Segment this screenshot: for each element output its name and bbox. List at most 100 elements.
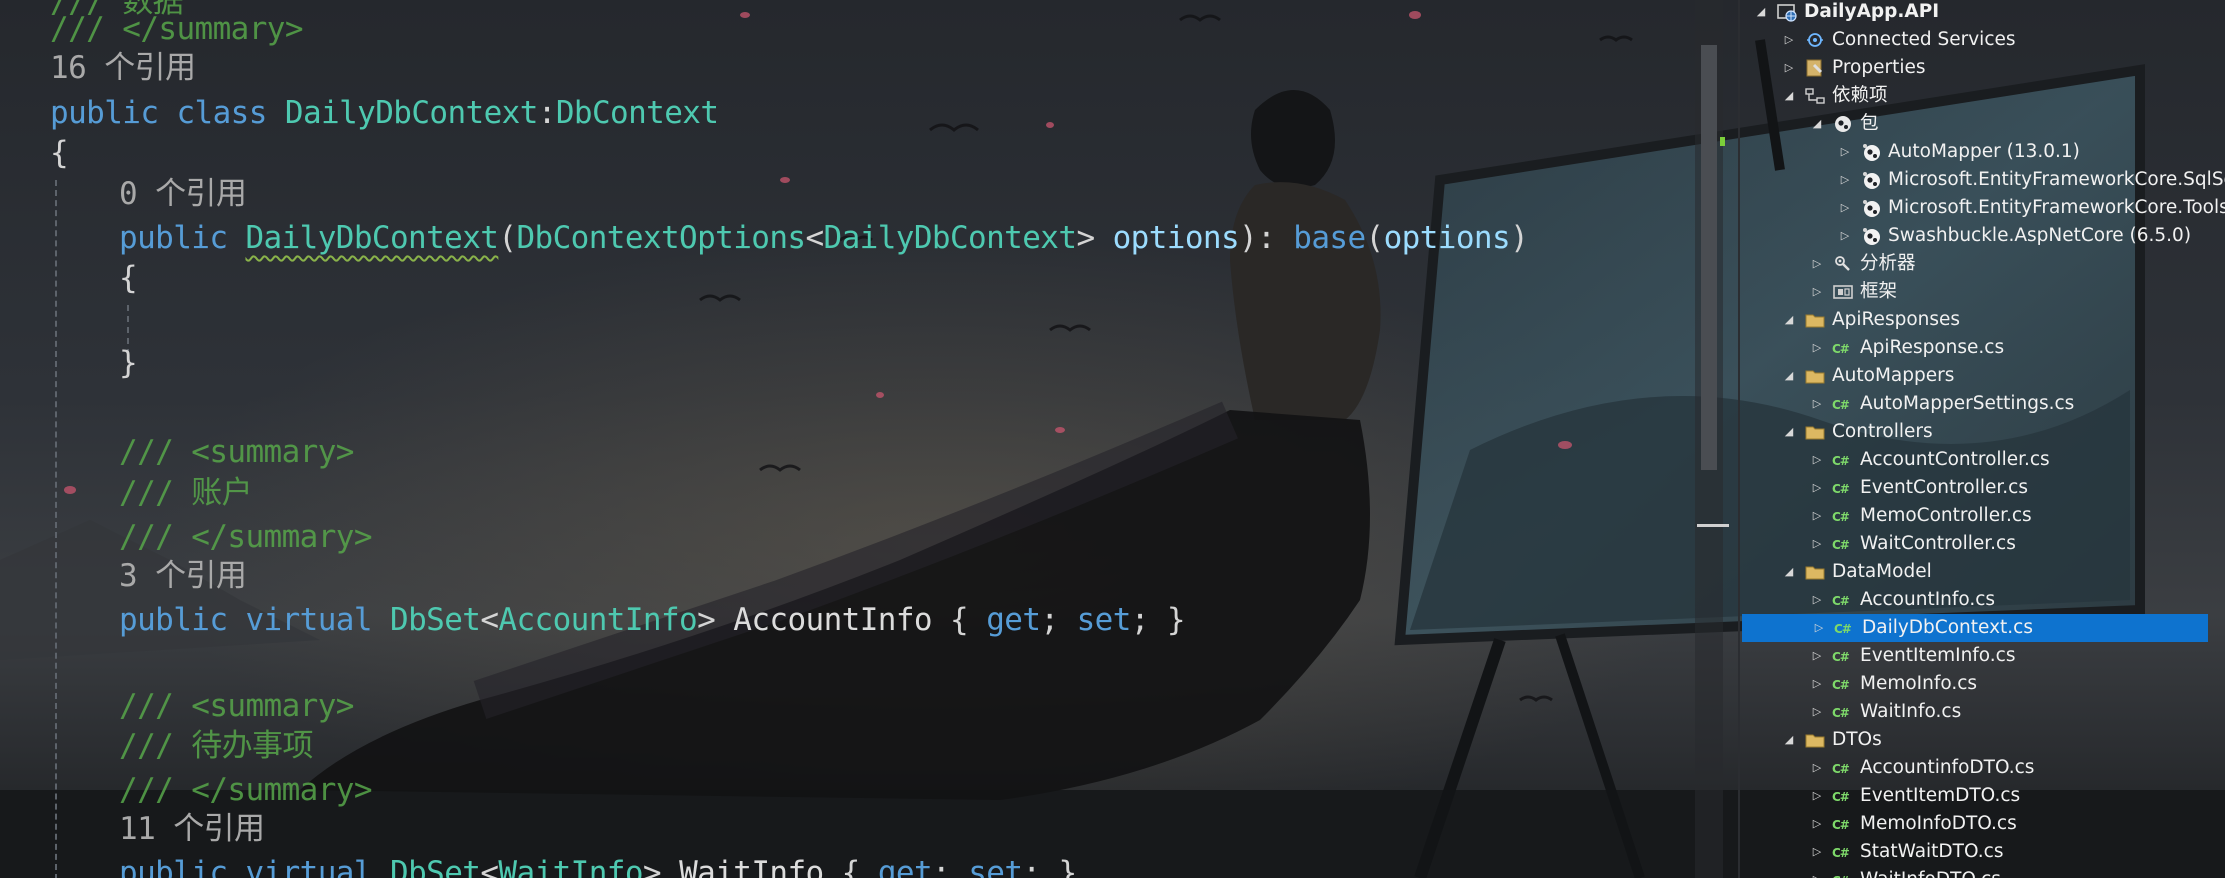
- scrollbar-thumb[interactable]: [1701, 45, 1717, 470]
- tree-item[interactable]: ▷ C# ApiResponse.cs: [1740, 334, 2225, 362]
- connected-services-icon: [1804, 29, 1826, 51]
- collapse-arrow-icon[interactable]: ◢: [1782, 82, 1796, 110]
- tree-item[interactable]: ▷ Swashbuckle.AspNetCore (6.5.0): [1740, 222, 2225, 250]
- code-token: options: [1383, 220, 1511, 256]
- tree-item[interactable]: ▷ C# EventController.cs: [1740, 474, 2225, 502]
- code-token: >: [1076, 220, 1095, 256]
- tree-item[interactable]: ▷ C# StatWaitDTO.cs: [1740, 838, 2225, 866]
- tree-item[interactable]: ◢ DataModel: [1740, 558, 2225, 586]
- tree-item[interactable]: ▷ C# WaitController.cs: [1740, 530, 2225, 558]
- folder-icon: [1804, 365, 1826, 387]
- tree-item[interactable]: ▷ C# MemoController.cs: [1740, 502, 2225, 530]
- tree-item[interactable]: ▷ C# AccountController.cs: [1740, 446, 2225, 474]
- tree-item[interactable]: ◢ Controllers: [1740, 418, 2225, 446]
- expand-arrow-icon[interactable]: ▷: [1838, 194, 1852, 222]
- code-token: WaitInfo: [498, 855, 643, 878]
- collapse-arrow-icon[interactable]: ◢: [1782, 418, 1796, 446]
- expand-arrow-icon[interactable]: ▷: [1810, 278, 1824, 306]
- codelens-references[interactable]: 0 个引用: [119, 174, 247, 214]
- tree-item[interactable]: ▷ Connected Services: [1740, 26, 2225, 54]
- folder-icon: [1804, 729, 1826, 751]
- tree-item[interactable]: ▷ C# EventItemInfo.cs: [1740, 642, 2225, 670]
- tree-item[interactable]: ◢ 包: [1740, 110, 2225, 138]
- tree-item[interactable]: ▷ C# DailyDbContext.cs: [1742, 614, 2208, 642]
- scrollbar-change-marker: [1720, 137, 1725, 146]
- expand-arrow-icon[interactable]: ▷: [1810, 698, 1824, 726]
- expand-arrow-icon[interactable]: ▷: [1810, 474, 1824, 502]
- collapse-arrow-icon[interactable]: ◢: [1810, 110, 1824, 138]
- collapse-arrow-icon[interactable]: ◢: [1782, 362, 1796, 390]
- tree-item[interactable]: ◢ ApiResponses: [1740, 306, 2225, 334]
- tree-item[interactable]: ▷ 分析器: [1740, 250, 2225, 278]
- tree-item-label: AccountController.cs: [1860, 449, 2050, 470]
- codelens-references[interactable]: 16 个引用: [50, 48, 196, 88]
- expand-arrow-icon[interactable]: ▷: [1838, 222, 1852, 250]
- code-token: public: [119, 220, 228, 256]
- tree-item[interactable]: ▷ AutoMapper (13.0.1): [1740, 138, 2225, 166]
- csharp-file-icon: C#: [1832, 869, 1854, 878]
- expand-arrow-icon[interactable]: ▷: [1810, 334, 1824, 362]
- tree-item-label: DailyDbContext.cs: [1862, 617, 2033, 638]
- folder-icon: [1804, 561, 1826, 583]
- tree-item[interactable]: ◢ DTOs: [1740, 726, 2225, 754]
- expand-arrow-icon[interactable]: ▷: [1810, 250, 1824, 278]
- tree-item-label: DataModel: [1832, 561, 1932, 582]
- code-token: (: [498, 220, 517, 256]
- tree-item-label: EventController.cs: [1860, 477, 2028, 498]
- expand-arrow-icon[interactable]: ▷: [1810, 390, 1824, 418]
- codelens-references[interactable]: 11 个引用: [119, 809, 265, 849]
- collapse-arrow-icon[interactable]: ◢: [1782, 306, 1796, 334]
- expand-arrow-icon[interactable]: ▷: [1810, 502, 1824, 530]
- code-line-constructor: public DailyDbContext(DbContextOptions<D…: [119, 218, 1529, 258]
- code-token: ;: [1130, 602, 1150, 638]
- expand-arrow-icon[interactable]: ▷: [1810, 838, 1824, 866]
- expand-arrow-icon[interactable]: ▷: [1810, 782, 1824, 810]
- expand-arrow-icon[interactable]: ▷: [1782, 54, 1796, 82]
- tree-item[interactable]: ▷ C# AutoMapperSettings.cs: [1740, 390, 2225, 418]
- expand-arrow-icon[interactable]: ▷: [1810, 642, 1824, 670]
- tree-item[interactable]: ▷ C# WaitInfo.cs: [1740, 698, 2225, 726]
- expand-arrow-icon[interactable]: ▷: [1782, 26, 1796, 54]
- tree-item[interactable]: ▷ C# MemoInfoDTO.cs: [1740, 810, 2225, 838]
- expand-arrow-icon[interactable]: ▷: [1810, 810, 1824, 838]
- expand-arrow-icon[interactable]: ▷: [1810, 530, 1824, 558]
- tree-item[interactable]: ▷ Microsoft.EntityFrameworkCore.Tools: [1740, 194, 2225, 222]
- expand-arrow-icon[interactable]: ▷: [1838, 166, 1852, 194]
- tree-item[interactable]: ◢ DailyApp.API: [1740, 0, 2225, 26]
- tree-item[interactable]: ▷ C# AccountInfo.cs: [1740, 586, 2225, 614]
- expand-arrow-icon[interactable]: ▷: [1810, 866, 1824, 878]
- tree-item[interactable]: ▷ C# WaitInfoDTO.cs: [1740, 866, 2225, 878]
- tree-item[interactable]: ◢ AutoMappers: [1740, 362, 2225, 390]
- tree-item[interactable]: ▷ Microsoft.EntityFrameworkCore.SqlServer: [1740, 166, 2225, 194]
- tree-item[interactable]: ◢ 依赖项: [1740, 82, 2225, 110]
- tree-item[interactable]: ▷ C# MemoInfo.cs: [1740, 670, 2225, 698]
- code-token: {: [841, 855, 861, 878]
- expand-arrow-icon[interactable]: ▷: [1810, 670, 1824, 698]
- expand-arrow-icon[interactable]: ▷: [1838, 138, 1852, 166]
- expand-arrow-icon[interactable]: ▷: [1810, 754, 1824, 782]
- expand-arrow-icon[interactable]: ▷: [1812, 614, 1826, 642]
- tree-item[interactable]: ▷ 框架: [1740, 278, 2225, 306]
- tree-item[interactable]: ▷ Properties: [1740, 54, 2225, 82]
- tree-item-label: AutoMapper (13.0.1): [1888, 141, 2080, 162]
- collapse-arrow-icon[interactable]: ◢: [1754, 0, 1768, 26]
- panel-splitter[interactable]: [1738, 0, 1740, 878]
- collapse-arrow-icon[interactable]: ◢: [1782, 558, 1796, 586]
- code-token: <: [480, 855, 499, 878]
- collapse-arrow-icon[interactable]: ◢: [1782, 726, 1796, 754]
- solution-explorer[interactable]: ◢ DailyApp.API ▷ Connected Services ▷ Propert…: [1740, 0, 2225, 878]
- comment-line: /// </summary>: [50, 11, 303, 47]
- codelens-references[interactable]: 3 个引用: [119, 556, 247, 596]
- tree-item[interactable]: ▷ C# EventItemDTO.cs: [1740, 782, 2225, 810]
- expand-arrow-icon[interactable]: ▷: [1810, 586, 1824, 614]
- code-editor[interactable]: /// 数据 /// </summary> 16 个引用 public clas…: [0, 0, 1695, 878]
- code-token: ;: [1022, 855, 1041, 878]
- expand-arrow-icon[interactable]: ▷: [1810, 446, 1824, 474]
- code-token: class: [176, 95, 267, 131]
- code-token: {: [950, 602, 969, 638]
- code-line-open-brace: {: [50, 133, 69, 173]
- tree-item[interactable]: ▷ C# AccountinfoDTO.cs: [1740, 754, 2225, 782]
